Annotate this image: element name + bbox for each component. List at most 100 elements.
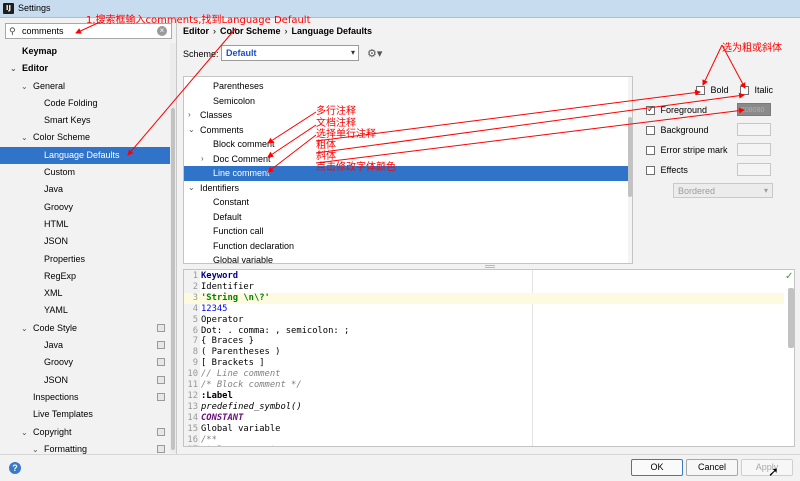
sidebar-item-xml[interactable]: XML — [0, 285, 170, 302]
sidebar-item-live-templates[interactable]: Live Templates — [0, 406, 170, 423]
sidebar-item-json[interactable]: JSON — [0, 372, 170, 389]
background-option[interactable]: Background — [646, 125, 709, 139]
sidebar-item-label: Code Style — [33, 322, 78, 333]
chevron-down-icon[interactable]: ⌄ — [10, 60, 17, 77]
sidebar-item-groovy[interactable]: Groovy — [0, 354, 170, 371]
chevron-down-icon[interactable]: ⌄ — [188, 123, 195, 138]
attribute-item-function-call[interactable]: Function call — [184, 224, 628, 239]
annotation-bold-italic: 选为粗或斜体 — [722, 43, 782, 54]
cancel-button[interactable]: Cancel — [686, 459, 738, 476]
attribute-item-constant[interactable]: Constant — [184, 195, 628, 210]
effects-option[interactable]: Effects — [646, 165, 688, 179]
italic-checkbox[interactable] — [740, 86, 749, 96]
sidebar-item-copyright[interactable]: ⌄ Copyright — [0, 424, 170, 441]
window-title: Settings — [18, 3, 51, 13]
code-preview[interactable]: ✓ 1 Keyword 2 Identifier 3 'String \n\?' 4 1234… — [183, 269, 795, 447]
foreground-color-value: 808080 — [741, 107, 765, 114]
error-stripe-checkbox[interactable] — [646, 146, 655, 156]
background-color-swatch[interactable] — [737, 123, 771, 136]
preview-line: 10// Line comment — [184, 369, 784, 380]
foreground-option[interactable]: Foreground — [646, 104, 707, 119]
chevron-right-icon[interactable]: › — [201, 152, 204, 167]
sidebar-item-json[interactable]: JSON — [0, 233, 170, 250]
attribute-item-classes[interactable]: › Classes — [184, 108, 628, 123]
chevron-down-icon[interactable]: ⌄ — [21, 320, 28, 337]
sidebar-item-keymap[interactable]: Keymap — [0, 43, 170, 60]
preview-code: * Doc comment — [201, 445, 275, 446]
attribute-list-scroll-thumb[interactable] — [628, 117, 632, 197]
sidebar-scrollbar[interactable] — [170, 43, 176, 453]
attribute-list-scrollbar[interactable] — [628, 77, 632, 263]
bold-option[interactable]: Bold — [696, 85, 729, 99]
background-checkbox[interactable] — [646, 126, 655, 136]
error-stripe-option[interactable]: Error stripe mark — [646, 145, 728, 159]
sidebar-item-smart-keys[interactable]: Smart Keys — [0, 112, 170, 129]
attribute-item-identifiers[interactable]: ⌄ Identifiers — [184, 181, 628, 196]
sidebar-item-code-style[interactable]: ⌄ Code Style — [0, 320, 170, 337]
search-input-value[interactable]: comments — [22, 26, 64, 36]
sidebar-item-label: HTML — [44, 218, 69, 229]
sidebar-item-java[interactable]: Java — [0, 181, 170, 198]
line-number: 6 — [192, 325, 198, 336]
checkmark-icon: ✓ — [785, 271, 794, 282]
sidebar-item-language-defaults[interactable]: Language Defaults — [0, 146, 170, 165]
sidebar-item-label: Language Defaults — [44, 149, 120, 160]
scheme-label: Scheme: — [183, 49, 219, 59]
sidebar-item-java[interactable]: Java — [0, 337, 170, 354]
attribute-label: Parentheses — [213, 81, 264, 91]
scheme-dropdown[interactable]: Default ▾ — [221, 45, 359, 61]
attribute-item-function-declaration[interactable]: Function declaration — [184, 239, 628, 254]
splitter-grip[interactable] — [485, 265, 495, 268]
help-icon[interactable]: ? — [9, 462, 21, 474]
annotation-search-hint: 1.搜索框输入comments,找到Language Default — [86, 15, 311, 26]
sidebar-item-general[interactable]: ⌄ General — [0, 78, 170, 95]
apply-button[interactable]: Apply — [741, 459, 793, 476]
ok-button[interactable]: OK — [631, 459, 683, 476]
clear-search-icon[interactable]: × — [157, 26, 167, 36]
line-number: 3 — [192, 292, 198, 303]
italic-option[interactable]: Italic — [740, 85, 773, 99]
attribute-item-comments[interactable]: ⌄ Comments — [184, 123, 628, 138]
sidebar-item-groovy[interactable]: Groovy — [0, 199, 170, 216]
chevron-down-icon[interactable]: ⌄ — [21, 78, 28, 95]
preview-code: CONSTANT — [201, 412, 244, 423]
sidebar-item-editor[interactable]: ⌄ Editor — [0, 60, 170, 77]
preview-line: 15 Global variable — [184, 424, 784, 435]
attribute-item-semicolon[interactable]: Semicolon — [184, 94, 628, 109]
attribute-item-parentheses[interactable]: Parentheses — [184, 79, 628, 94]
settings-sidebar: ⚲ comments × Keymap ⌄ Editor ⌄ General Code F… — [0, 18, 177, 454]
chevron-right-icon[interactable]: › — [188, 108, 191, 123]
bold-checkbox[interactable] — [696, 86, 705, 96]
sidebar-item-label: Live Templates — [33, 409, 93, 420]
chevron-down-icon[interactable]: ⌄ — [21, 129, 28, 146]
preview-scrollbar[interactable] — [788, 288, 794, 348]
sidebar-item-color-scheme[interactable]: ⌄ Color Scheme — [0, 129, 170, 146]
attribute-item-default[interactable]: Default — [184, 210, 628, 225]
sidebar-item-custom[interactable]: Custom — [0, 164, 170, 181]
line-number: 13 — [187, 401, 198, 412]
sidebar-item-regexp[interactable]: RegExp — [0, 268, 170, 285]
foreground-color-swatch[interactable]: 808080 — [737, 103, 771, 116]
gear-icon[interactable]: ⚙▾ — [367, 47, 382, 60]
attribute-item-block-comment[interactable]: Block comment — [184, 137, 628, 152]
attribute-item-global-variable[interactable]: Global variable — [184, 253, 628, 264]
attribute-item-line-comment[interactable]: Line comment — [184, 166, 628, 181]
chevron-down-icon[interactable]: ⌄ — [21, 424, 28, 441]
effects-color-swatch[interactable] — [737, 163, 771, 176]
sidebar-item-inspections[interactable]: Inspections — [0, 389, 170, 406]
preview-code: Dot: . comma: , semicolon: ; — [201, 325, 350, 336]
chevron-down-icon[interactable]: ⌄ — [188, 181, 195, 196]
sidebar-item-yaml[interactable]: YAML — [0, 302, 170, 319]
foreground-checkbox[interactable] — [646, 104, 655, 116]
sidebar-scroll-thumb[interactable] — [171, 108, 175, 450]
sidebar-item-html[interactable]: HTML — [0, 216, 170, 233]
chevron-down-icon: ▾ — [763, 186, 768, 195]
sidebar-item-code-folding[interactable]: Code Folding — [0, 95, 170, 112]
error-stripe-color-swatch[interactable] — [737, 143, 771, 156]
effect-style-dropdown[interactable]: Bordered ▾ — [673, 183, 773, 198]
attribute-item-doc-comment[interactable]: › Doc Comment — [184, 152, 628, 167]
attribute-label: Global variable — [213, 255, 274, 264]
sidebar-item-properties[interactable]: Properties — [0, 251, 170, 268]
effects-checkbox[interactable] — [646, 166, 655, 176]
project-config-icon — [157, 392, 165, 401]
